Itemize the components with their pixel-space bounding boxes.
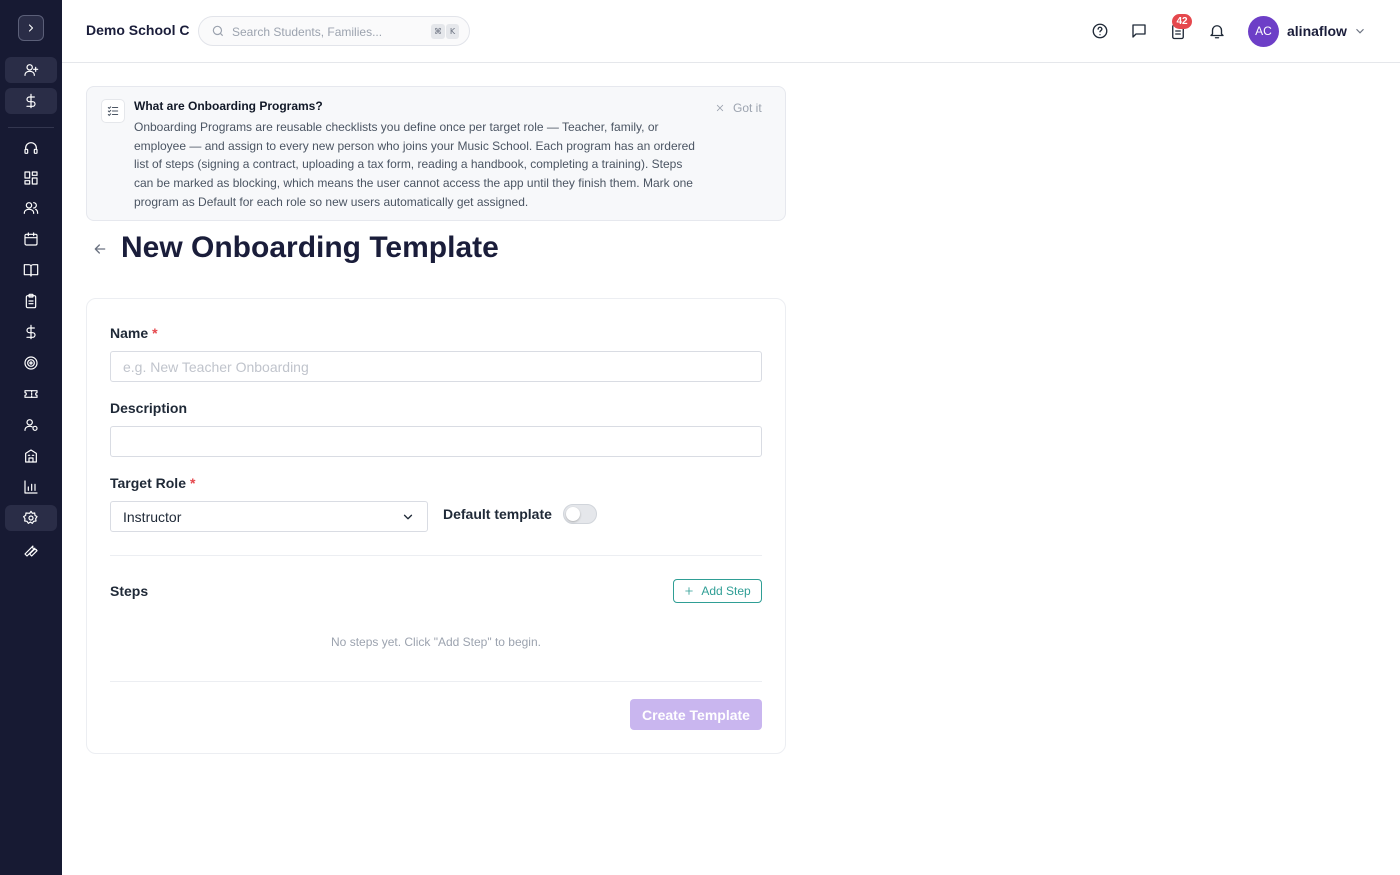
sidebar-expand-button[interactable]: [18, 15, 44, 41]
name-label-text: Name: [110, 325, 149, 341]
sidebar-item-people[interactable]: [5, 195, 57, 221]
user-settings-icon: [24, 419, 38, 431]
user-plus-icon: [24, 64, 39, 76]
create-template-button[interactable]: Create Template: [630, 699, 762, 730]
ticket-icon: [24, 390, 38, 398]
arrow-left-icon: [94, 244, 106, 254]
sidebar: [0, 0, 62, 875]
wrench-icon: [24, 545, 38, 557]
steps-label: Steps: [110, 583, 149, 599]
sidebar-item-dashboard[interactable]: [5, 165, 57, 191]
sidebar-item-billing[interactable]: [5, 88, 57, 114]
sidebar-item-tickets[interactable]: [5, 381, 57, 407]
required-mark: *: [189, 475, 196, 491]
target-role-label: Target Role *: [110, 475, 195, 491]
checklist-icon: [101, 99, 125, 123]
page-title: New Onboarding Template: [121, 231, 499, 264]
sidebar-item-reports[interactable]: [5, 474, 57, 500]
empty-steps-message: No steps yet. Click "Add Step" to begin.: [331, 635, 541, 649]
toggle-knob: [566, 507, 580, 521]
calendar-icon: [24, 232, 38, 246]
required-mark: *: [152, 325, 158, 341]
dismiss-banner-label: Got it: [733, 101, 762, 115]
name-label: Name *: [110, 325, 158, 341]
bell-icon: [1210, 25, 1224, 39]
avatar[interactable]: AC: [1248, 16, 1279, 47]
dismiss-banner-button[interactable]: Got it: [715, 101, 762, 115]
sidebar-item-settings[interactable]: [5, 505, 57, 531]
section-divider: [110, 555, 762, 556]
target-icon: [24, 356, 38, 370]
user-name[interactable]: alinaflow: [1287, 23, 1347, 39]
default-template-toggle[interactable]: [563, 504, 597, 524]
sidebar-item-locations[interactable]: [5, 443, 57, 469]
target-role-select[interactable]: Instructor: [110, 501, 428, 532]
template-form: Name* Description Target Role* Instructo…: [86, 298, 786, 754]
sidebar-divider: [8, 127, 54, 128]
shortcut-key-k: K: [446, 24, 459, 39]
sidebar-item-support[interactable]: [5, 135, 57, 161]
section-divider: [110, 681, 762, 682]
onboarding-info-banner: What are Onboarding Programs? Onboarding…: [86, 86, 786, 221]
search-icon: [211, 24, 225, 38]
shortcut-key-cmd: ⌘: [431, 24, 445, 39]
target-role-label-text: Target Role: [110, 475, 186, 491]
chevron-right-icon: [28, 24, 34, 32]
search-input[interactable]: [232, 23, 422, 41]
back-button[interactable]: [92, 241, 110, 259]
tasks-count-badge: 42: [1172, 14, 1192, 29]
sidebar-item-tools[interactable]: [5, 537, 57, 563]
messages-button[interactable]: [1129, 21, 1149, 41]
building-icon: [25, 449, 37, 463]
message-icon: [1132, 24, 1146, 38]
close-icon: [716, 104, 724, 112]
notifications-button[interactable]: [1207, 21, 1227, 41]
description-input[interactable]: [110, 426, 762, 457]
plus-icon: [685, 587, 694, 595]
bar-chart-icon: [24, 480, 38, 494]
default-template-label: Default template: [443, 506, 552, 522]
help-button[interactable]: [1090, 21, 1110, 41]
top-header: Demo School C ⌘ K 42 AC alinaflow: [62, 0, 1400, 63]
headset-icon: [24, 142, 38, 154]
description-label: Description: [110, 400, 188, 416]
school-name[interactable]: Demo School C: [86, 22, 189, 38]
dashboard-icon: [24, 171, 38, 185]
banner-title: What are Onboarding Programs?: [134, 99, 323, 113]
book-open-icon: [23, 264, 39, 277]
search-box[interactable]: ⌘ K: [198, 16, 470, 46]
users-icon: [23, 202, 39, 214]
banner-body: Onboarding Programs are reusable checkli…: [134, 120, 695, 209]
add-step-button[interactable]: Add Step: [673, 579, 762, 603]
sidebar-item-calendar[interactable]: [5, 226, 57, 252]
add-step-label: Add Step: [701, 584, 751, 598]
sidebar-item-add-user[interactable]: [5, 57, 57, 83]
gear-icon: [23, 510, 38, 524]
clipboard-icon: [25, 293, 37, 309]
name-input[interactable]: [110, 351, 762, 382]
sidebar-item-tasks[interactable]: [5, 288, 57, 314]
sidebar-item-staff[interactable]: [5, 412, 57, 438]
sidebar-item-library[interactable]: [5, 257, 57, 283]
sidebar-item-goals[interactable]: [5, 350, 57, 376]
chevron-down-icon: [401, 510, 415, 524]
target-role-value: Instructor: [123, 509, 182, 525]
sidebar-item-payments[interactable]: [5, 319, 57, 345]
chevron-down-icon[interactable]: [1353, 24, 1367, 38]
dollar-icon: [26, 324, 36, 340]
help-circle-icon: [1092, 23, 1108, 39]
dollar-icon: [26, 93, 36, 109]
